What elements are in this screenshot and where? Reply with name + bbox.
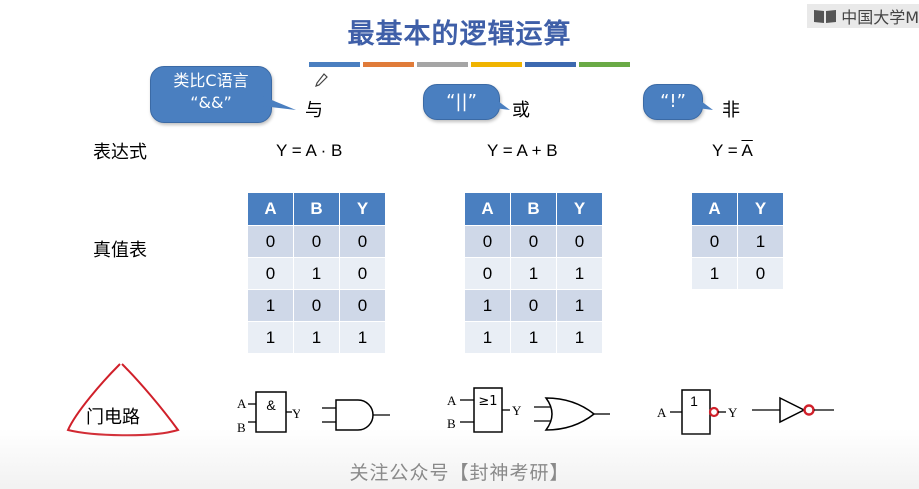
or-gate-ansi [534,397,610,431]
bubble-tail-or [494,98,510,110]
row-label-gate: 门电路 [86,407,140,428]
table-header: Y [556,192,603,226]
table-cell: 0 [247,257,294,290]
gate-input-a: A [447,393,457,408]
table-header: A [464,192,511,226]
and-bubble-line2: “&&” [190,93,232,112]
page-title: 最基本的逻辑运算 [347,19,572,50]
table-cell: 1 [464,321,511,354]
color-bar-1 [309,62,360,67]
table-cell: 1 [737,225,784,258]
table-cell: 1 [293,321,340,354]
table-header: B [510,192,557,226]
mooc-watermark: 中国大学M [807,4,919,28]
op-or-label: 或 [512,100,530,121]
table-row: 1 0 1 [464,289,603,322]
book-icon [814,10,837,23]
truth-table-not: A Y 0 1 1 0 [691,192,784,290]
table-row: 1 0 [691,257,784,290]
row-label-truth-table: 真值表 [93,240,147,261]
table-cell: 0 [293,289,340,322]
expression-not-prefix: Y = [712,141,742,160]
bubble-tail-not [697,98,713,110]
c-analogy-bubble-and: 类比C语言 “&&” [150,66,272,123]
table-cell: 0 [293,225,340,258]
gate-input-a: A [237,396,247,411]
table-cell: 0 [464,257,511,290]
bubble-tail-and [262,96,296,110]
op-not-label: 非 [722,100,740,121]
table-row: 1 1 1 [464,321,603,354]
and-symbol: & [266,397,276,413]
table-header: Y [737,192,784,226]
table-header: B [293,192,340,226]
table-cell: 1 [510,257,557,290]
table-header: Y [339,192,386,226]
and-bubble-line1: 类比C语言 [173,71,249,90]
table-row: 1 0 0 [247,289,386,322]
not-gate-ansi [752,396,834,424]
table-cell: 1 [293,257,340,290]
table-cell: 0 [510,289,557,322]
table-cell: 1 [556,289,603,322]
footer-watermark: 关注公众号【封神考研】 [349,462,570,484]
table-row: 0 1 [691,225,784,258]
table-cell: 1 [247,289,294,322]
gate-output-y: Y [728,405,738,420]
table-cell: 1 [556,321,603,354]
table-cell: 0 [556,225,603,258]
table-cell: 0 [510,225,557,258]
color-bar-2 [363,62,414,67]
row-label-expression: 表达式 [93,142,147,163]
c-analogy-bubble-or: “||” [423,84,500,120]
table-cell: 0 [339,289,386,322]
table-cell: 1 [556,257,603,290]
table-cell: 0 [339,225,386,258]
gate-input-a: A [657,405,667,420]
table-cell: 0 [339,257,386,290]
color-bar-5 [525,62,576,67]
color-bar-4 [471,62,522,67]
table-cell: 1 [339,321,386,354]
table-cell: 1 [510,321,557,354]
table-row: 1 1 1 [247,321,386,354]
table-cell: 0 [464,225,511,258]
table-cell: 1 [691,257,738,290]
truth-table-and: A B Y 0 0 0 0 1 0 1 0 0 1 1 1 [247,192,386,354]
gate-output-y: Y [512,403,522,418]
table-row: 0 1 0 [247,257,386,290]
not-symbol: 1 [690,393,698,409]
expression-not-var: A [741,141,753,160]
expression-not: Y = A [712,141,753,161]
table-cell: 1 [464,289,511,322]
color-bar-3 [417,62,468,67]
table-row: 0 1 1 [464,257,603,290]
color-bar-6 [579,62,630,67]
table-row: 0 0 0 [247,225,386,258]
pen-icon [315,73,328,87]
table-cell: 1 [247,321,294,354]
table-cell: 0 [737,257,784,290]
op-and-label: 与 [305,100,323,121]
watermark-text: 中国大学M [841,8,919,27]
table-header: A [691,192,738,226]
table-cell: 0 [691,225,738,258]
table-row: 0 0 0 [464,225,603,258]
expression-and: Y = A · B [276,141,343,160]
table-cell: 0 [247,225,294,258]
truth-table-or: A B Y 0 0 0 0 1 1 1 0 1 1 1 1 [464,192,603,354]
table-header: A [247,192,294,226]
gate-output-y: Y [292,406,300,421]
or-symbol: ≥1 [478,394,497,409]
c-analogy-bubble-not: “!” [643,84,703,120]
expression-or: Y = A + B [487,141,558,160]
